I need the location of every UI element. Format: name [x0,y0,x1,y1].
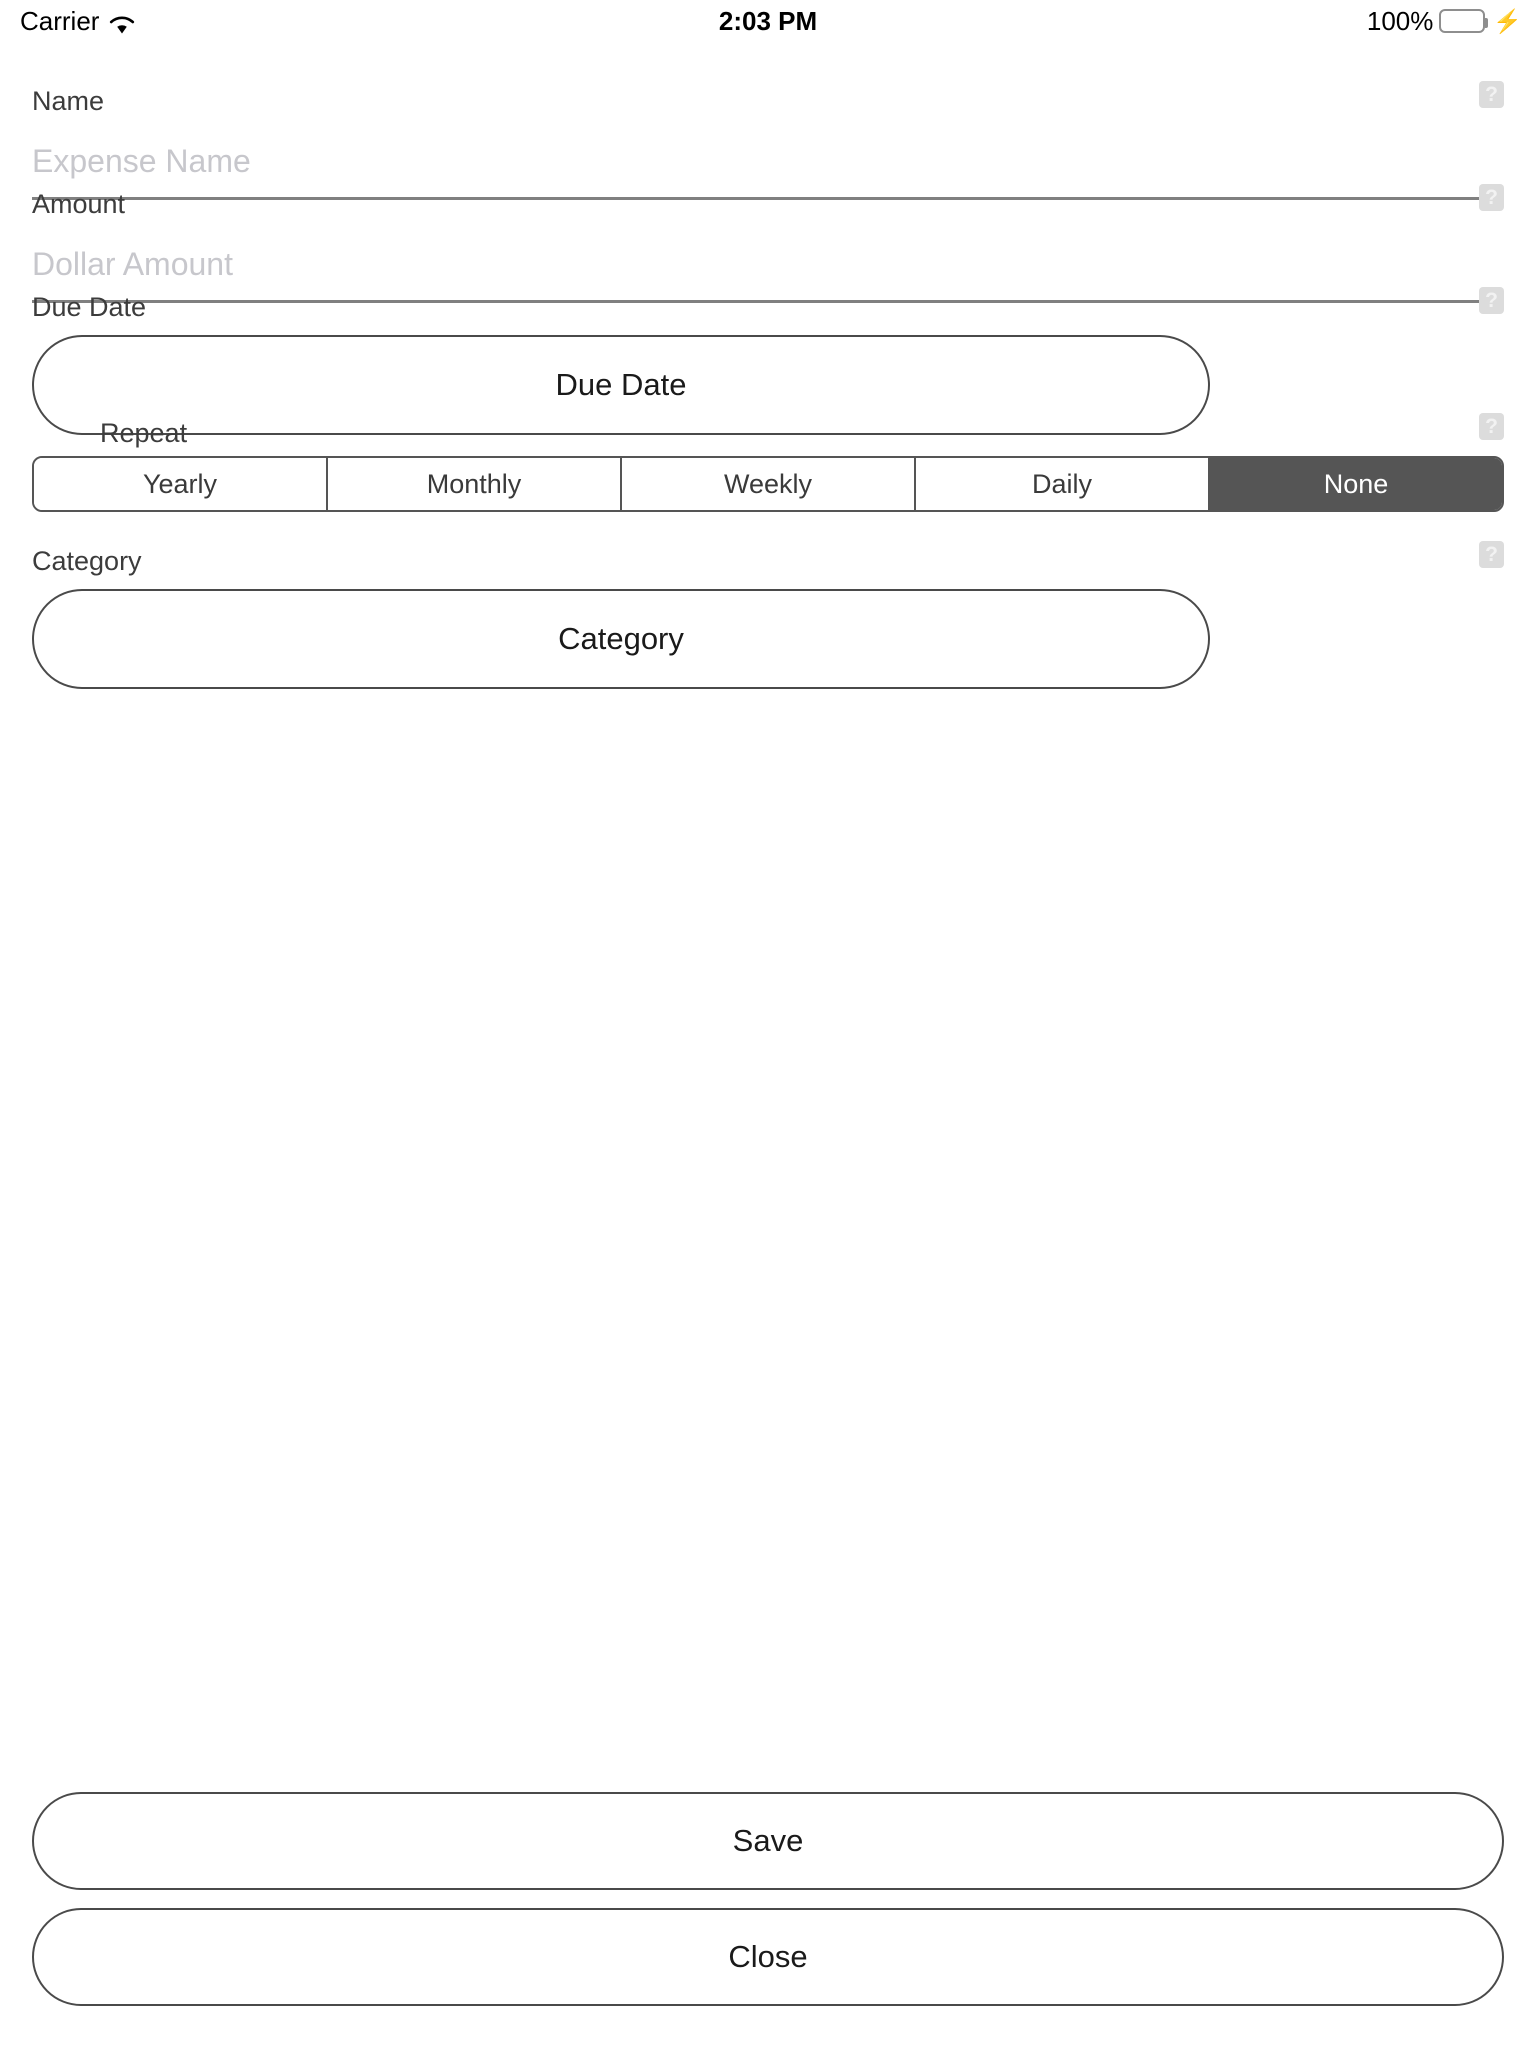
due-date-field-row: Due Date ? [0,287,1536,323]
amount-field-row: Amount ? [0,184,1536,220]
repeat-segment-none[interactable]: None [1210,458,1502,510]
name-help-icon[interactable]: ? [1479,81,1504,108]
due-date-label: Due Date [32,292,147,322]
category-label: Category [32,546,142,576]
category-button[interactable]: Category [32,589,1210,689]
repeat-segmented-control[interactable]: Yearly Monthly Weekly Daily None [32,456,1504,512]
status-bar: Carrier 2:03 PM 100% ⚡ [0,0,1536,42]
repeat-segment-daily[interactable]: Daily [916,458,1210,510]
repeat-segment-yearly[interactable]: Yearly [34,458,328,510]
repeat-segment-monthly[interactable]: Monthly [328,458,622,510]
due-date-help-icon[interactable]: ? [1479,287,1504,314]
lightning-bolt-icon: ⚡ [1493,7,1522,34]
amount-help-icon[interactable]: ? [1479,184,1504,211]
battery-full-icon [1439,9,1489,33]
name-label: Name [32,86,105,116]
repeat-field-row: Repeat ? [0,413,1536,449]
amount-label: Amount [32,189,126,219]
status-bar-time: 2:03 PM [718,5,818,36]
repeat-label: Repeat [100,418,188,448]
category-field-row: Category ? [0,541,1536,577]
name-field-row: Name ? [0,81,1536,117]
repeat-segment-weekly[interactable]: Weekly [622,458,916,510]
save-button[interactable]: Save [32,1792,1504,1890]
repeat-help-icon[interactable]: ? [1479,413,1504,440]
category-help-icon[interactable]: ? [1479,541,1504,568]
battery-percent-label: 100% [1366,5,1434,36]
status-bar-right: 100% ⚡ [1367,6,1522,37]
close-button[interactable]: Close [32,1908,1504,2006]
